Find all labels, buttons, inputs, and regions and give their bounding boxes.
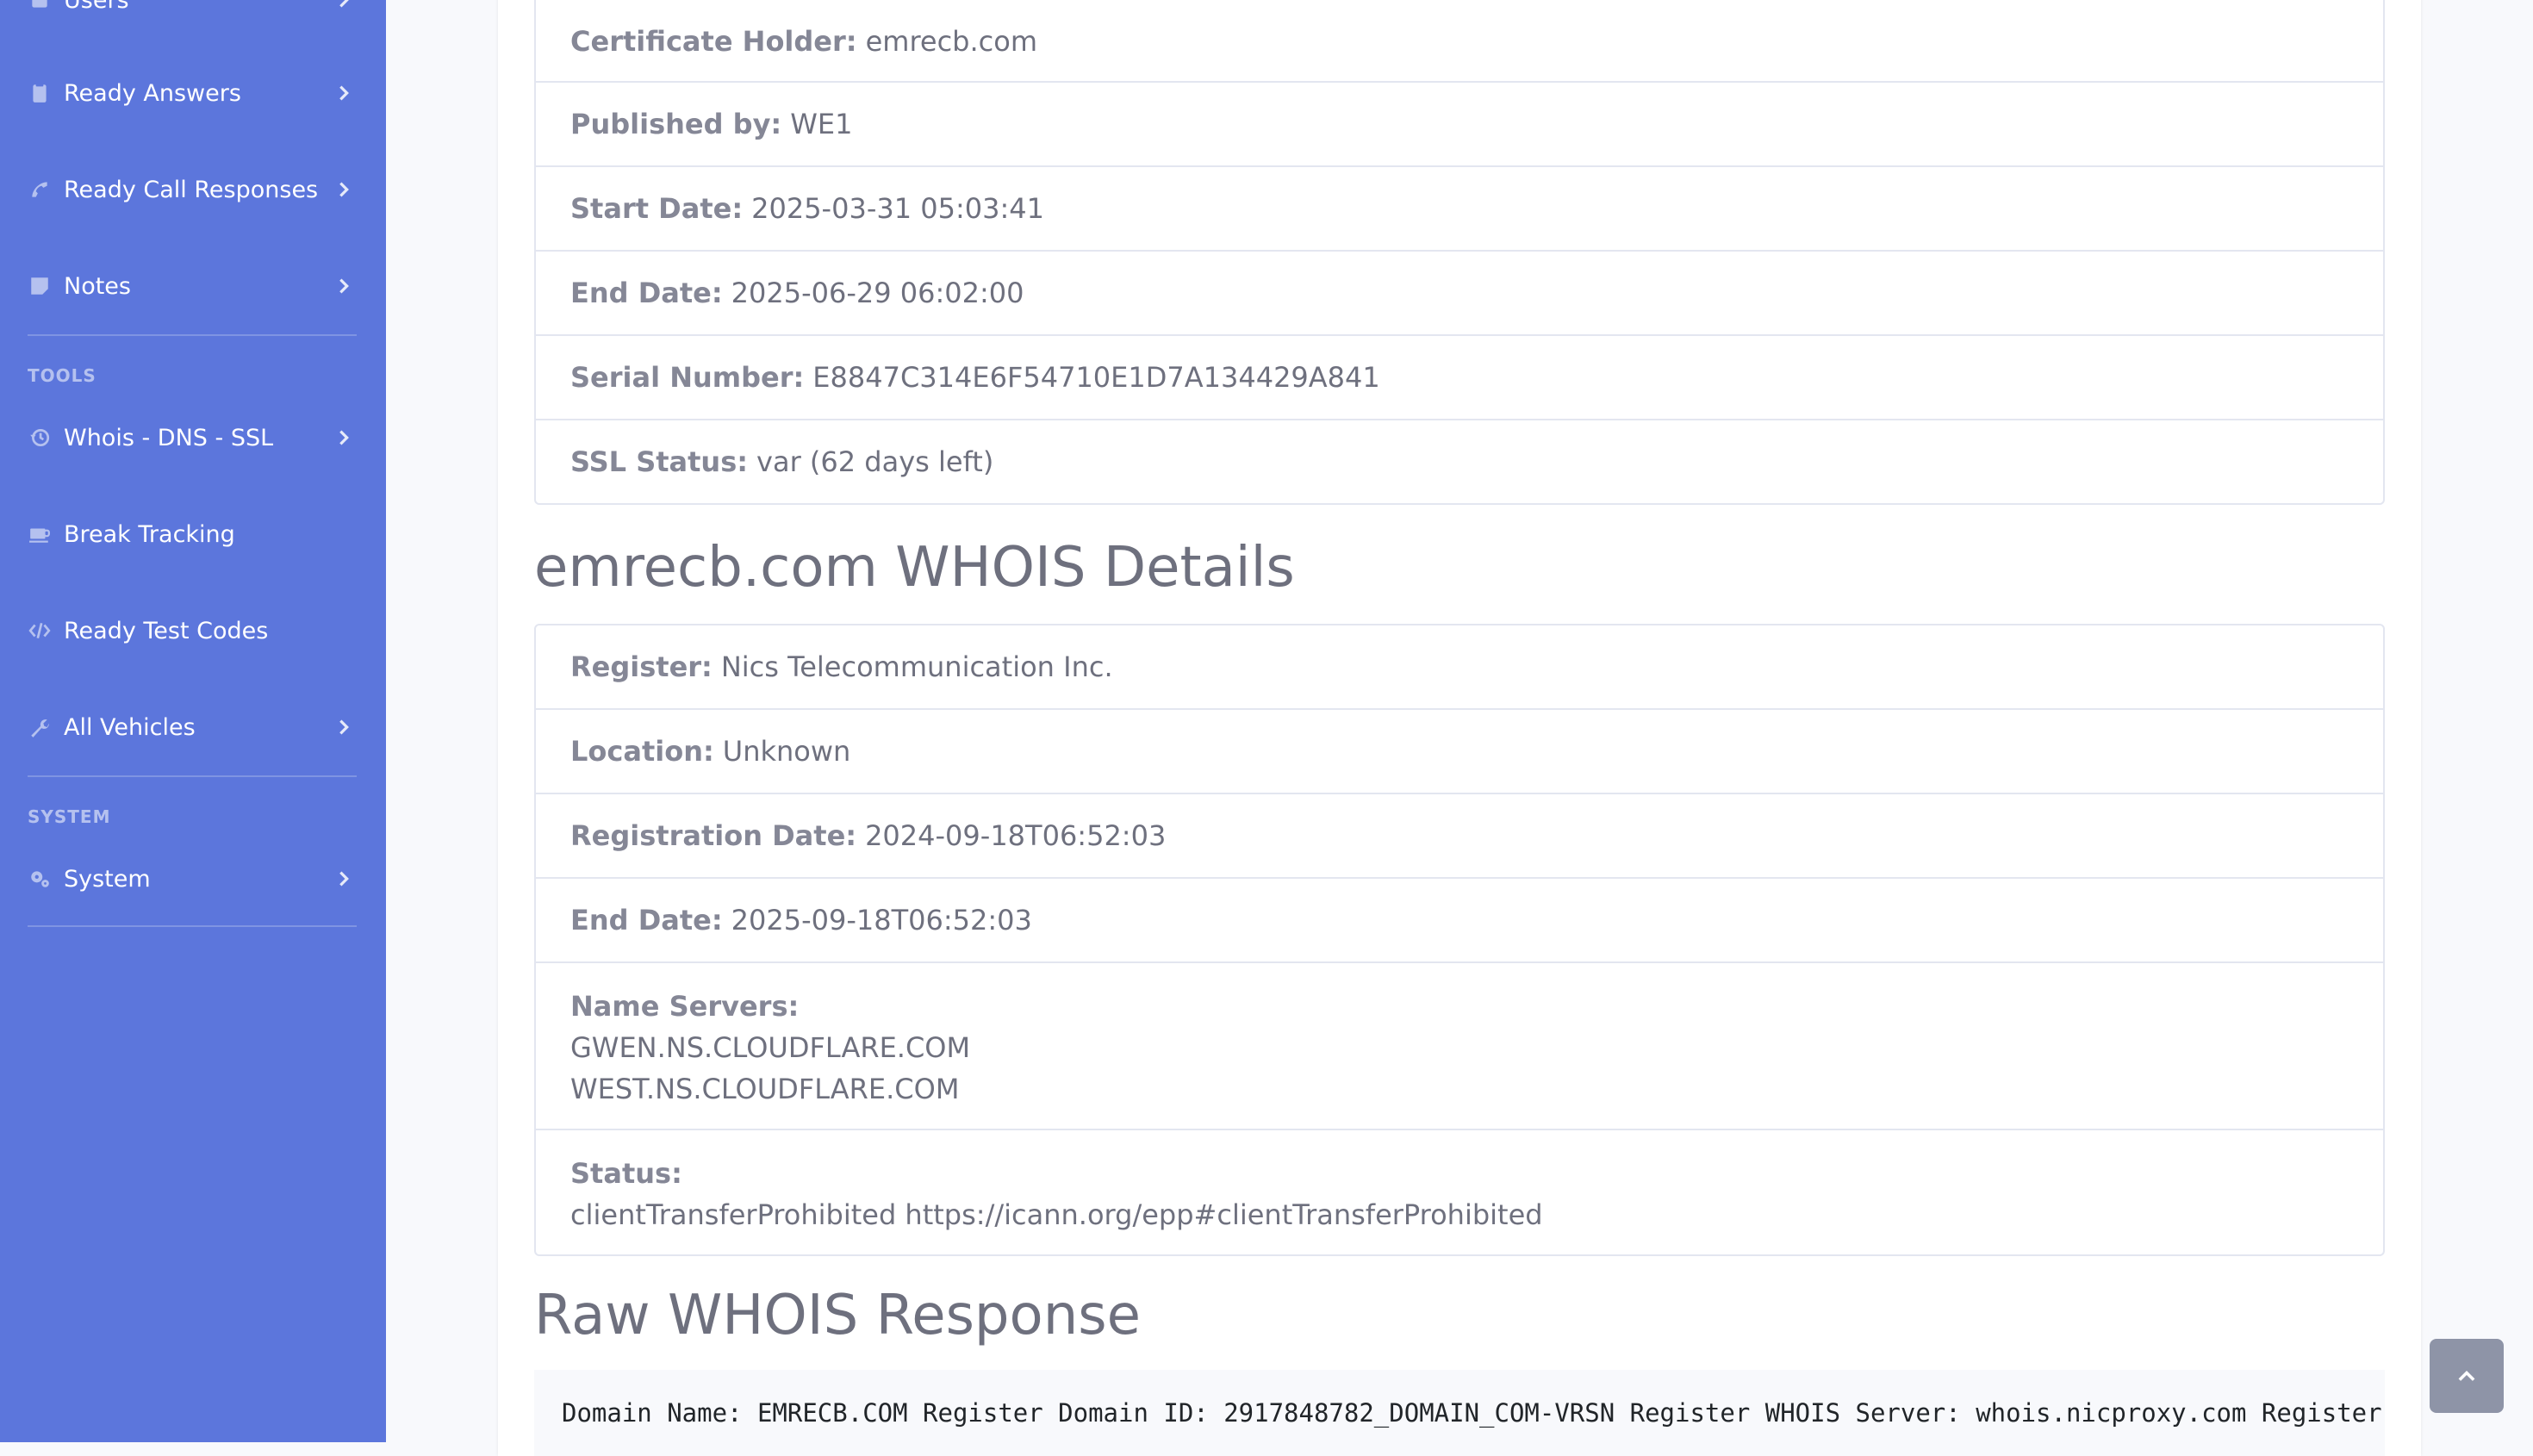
sidebar-item-label: All Vehicles: [64, 713, 196, 741]
phone-icon: [28, 177, 52, 202]
field-label: Location:: [570, 735, 714, 768]
whois-name-servers: Name Servers: GWEN.NS.CLOUDFLARE.COM WES…: [536, 961, 2383, 1129]
chevron-up-icon: [2458, 1371, 2475, 1381]
code-icon: [28, 619, 52, 643]
chevron-right-icon: [339, 85, 349, 101]
sidebar-divider: [28, 925, 357, 927]
name-server-1: GWEN.NS.CLOUDFLARE.COM: [570, 1031, 971, 1064]
ssl-certificate-holder: Certificate Holder: emrecb.com: [536, 0, 2383, 81]
chevron-right-icon: [339, 719, 349, 735]
sidebar-divider: [28, 775, 357, 777]
field-label: Serial Number:: [570, 361, 805, 394]
raw-whois-response: Domain Name: EMRECB.COM Register Domain …: [534, 1370, 2385, 1456]
ssl-details-list: Certificate Holder: emrecb.com Published…: [534, 0, 2385, 505]
whois-register: Register: Nics Telecommunication Inc.: [536, 625, 2383, 708]
ssl-serial-number: Serial Number: E8847C314E6F54710E1D7A134…: [536, 334, 2383, 419]
chevron-right-icon: [339, 430, 349, 445]
field-label: End Date:: [570, 904, 723, 936]
field-label: Name Servers:: [570, 990, 800, 1023]
field-value: 2025-06-29 06:02:00: [731, 277, 1024, 309]
clipboard-icon: [28, 81, 52, 105]
chevron-right-icon: [339, 871, 349, 887]
field-value: WE1: [790, 108, 853, 140]
whois-location: Location: Unknown: [536, 708, 2383, 793]
history-icon: [28, 426, 52, 450]
sidebar-item-label: System: [64, 865, 151, 893]
wrench-icon: [28, 715, 52, 739]
field-value: 2025-03-31 05:03:41: [751, 192, 1044, 225]
field-label: Start Date:: [570, 192, 744, 225]
ssl-start-date: Start Date: 2025-03-31 05:03:41: [536, 165, 2383, 250]
ssl-published-by: Published by: WE1: [536, 81, 2383, 165]
cogs-icon: [28, 867, 52, 891]
whois-status: Status: clientTransferProhibited https:/…: [536, 1129, 2383, 1254]
sidebar-item-break-tracking[interactable]: Break Tracking: [0, 500, 386, 569]
whois-end-date: End Date: 2025-09-18T06:52:03: [536, 877, 2383, 961]
sidebar-item-notes[interactable]: Notes: [0, 252, 386, 320]
field-label: Status:: [570, 1157, 682, 1190]
users-icon: [28, 0, 52, 12]
field-value: 2025-09-18T06:52:03: [731, 904, 1032, 936]
ssl-end-date: End Date: 2025-06-29 06:02:00: [536, 250, 2383, 334]
field-value: 2024-09-18T06:52:03: [865, 819, 1167, 852]
coffee-icon: [28, 522, 52, 546]
sidebar-item-label: Whois - DNS - SSL: [64, 424, 274, 451]
sidebar-item-label: Break Tracking: [64, 520, 235, 548]
field-label: Registration Date:: [570, 819, 857, 852]
sidebar-item-label: Users: [64, 0, 129, 14]
field-label: Certificate Holder:: [570, 25, 857, 58]
field-label: Register:: [570, 650, 713, 683]
whois-section-title: emrecb.com WHOIS Details: [534, 536, 1295, 600]
field-value: E8847C314E6F54710E1D7A134429A841: [812, 361, 1380, 394]
raw-whois-title: Raw WHOIS Response: [534, 1284, 1141, 1347]
field-value: var (62 days left): [756, 445, 994, 478]
field-label: SSL Status:: [570, 445, 749, 478]
whois-details-list: Register: Nics Telecommunication Inc. Lo…: [534, 624, 2385, 1256]
chevron-right-icon: [339, 278, 349, 294]
sidebar-item-system[interactable]: System: [0, 844, 386, 913]
field-label: End Date:: [570, 277, 723, 309]
ssl-status: SSL Status: var (62 days left): [536, 419, 2383, 503]
sidebar-item-ready-call-responses[interactable]: Ready Call Responses: [0, 155, 386, 224]
sidebar-item-label: Ready Call Responses: [64, 176, 319, 203]
note-icon: [28, 274, 52, 298]
chevron-right-icon: [339, 182, 349, 197]
field-label: Published by:: [570, 108, 782, 140]
sidebar-heading-tools: TOOLS: [28, 365, 96, 386]
field-value: Unknown: [722, 735, 851, 768]
sidebar-item-label: Ready Test Codes: [64, 617, 269, 644]
whois-registration-date: Registration Date: 2024-09-18T06:52:03: [536, 793, 2383, 877]
sidebar-item-users[interactable]: Users: [0, 0, 386, 34]
name-server-2: WEST.NS.CLOUDFLARE.COM: [570, 1073, 960, 1105]
field-value: emrecb.com: [865, 25, 1037, 58]
sidebar-item-label: Ready Answers: [64, 79, 241, 107]
sidebar-item-all-vehicles[interactable]: All Vehicles: [0, 693, 386, 762]
sidebar-heading-system: SYSTEM: [28, 806, 111, 827]
sidebar-item-whois-dns-ssl[interactable]: Whois - DNS - SSL: [0, 403, 386, 472]
sidebar-item-label: Notes: [64, 272, 131, 300]
sidebar: Users Ready Answers Ready Call Responses…: [0, 0, 386, 1442]
scroll-to-top-button[interactable]: [2430, 1339, 2504, 1413]
sidebar-divider: [28, 334, 357, 336]
chevron-right-icon: [339, 0, 349, 8]
sidebar-item-ready-test-codes[interactable]: Ready Test Codes: [0, 596, 386, 665]
status-value: clientTransferProhibited https://icann.o…: [570, 1198, 1543, 1231]
field-value: Nics Telecommunication Inc.: [720, 650, 1113, 683]
sidebar-item-ready-answers[interactable]: Ready Answers: [0, 59, 386, 128]
